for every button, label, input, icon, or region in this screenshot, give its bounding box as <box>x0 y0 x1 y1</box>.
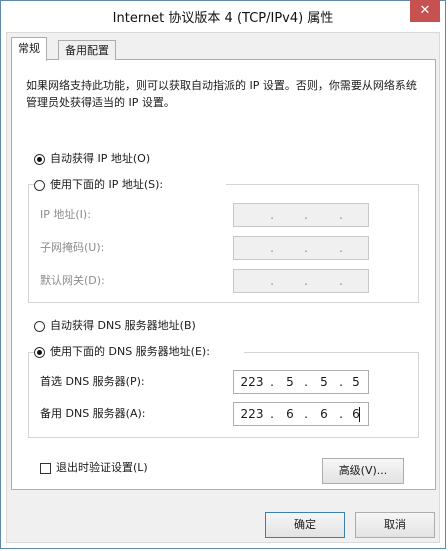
alternate-dns-input[interactable]: 223 . 6 . 6 . 6 <box>233 402 369 426</box>
alternate-dns-dot-2: . <box>304 407 308 421</box>
preferred-dns-octet-1: 223 <box>240 375 264 389</box>
default-gateway-input[interactable]: . . . <box>233 269 369 293</box>
preferred-dns-octet-4: 5 <box>352 375 360 389</box>
radio-auto-ip-indicator[interactable] <box>34 153 45 165</box>
preferred-dns-input[interactable]: 223 . 5 . 5 . 5 <box>233 370 369 394</box>
subnet-mask-dot-1: . <box>270 241 274 255</box>
tab-general[interactable]: 常规 <box>11 37 47 61</box>
alternate-dns-octet-2: 6 <box>286 407 294 421</box>
radio-manual-ip-label: 使用下面的 IP 地址(S): <box>50 178 164 191</box>
text-caret <box>359 407 360 422</box>
preferred-dns-label: 首选 DNS 服务器(P): <box>40 375 145 388</box>
close-icon: ✕ <box>419 3 431 18</box>
ip-address-dot-3: . <box>339 208 343 222</box>
preferred-dns-octet-2: 5 <box>286 375 294 389</box>
radio-auto-dns[interactable]: 自动获得 DNS 服务器地址(B) <box>34 318 196 334</box>
dns-group-border-top-right <box>244 352 418 353</box>
ip-address-input[interactable]: . . . <box>233 203 369 227</box>
description-text: 如果网络支持此功能，则可以获取自动指派的 IP 设置。否则，你需要从网络系统管理… <box>26 79 417 109</box>
ip-address-dot-2: . <box>304 208 308 222</box>
alternate-dns-octet-3: 6 <box>320 407 328 421</box>
title-bar[interactable]: Internet 协议版本 4 (TCP/IPv4) 属性 <box>0 0 446 32</box>
preferred-dns-dot-1: . <box>270 375 274 389</box>
ip-group-border-top-right <box>226 184 418 185</box>
radio-manual-dns[interactable]: 使用下面的 DNS 服务器地址(E): <box>34 344 213 360</box>
subnet-mask-label: 子网掩码(U): <box>40 241 105 254</box>
radio-manual-ip-indicator[interactable] <box>34 179 45 191</box>
dns-group-border-right <box>418 352 419 437</box>
alternate-dns-dot-1: . <box>270 407 274 421</box>
validate-settings-label: 退出时验证设置(L) <box>56 461 148 474</box>
ip-group-border-left <box>28 184 29 302</box>
radio-auto-dns-label: 自动获得 DNS 服务器地址(B) <box>50 319 196 332</box>
preferred-dns-dot-2: . <box>304 375 308 389</box>
default-gateway-dot-1: . <box>270 274 274 288</box>
ip-address-dot-1: . <box>270 208 274 222</box>
dns-group-border-left <box>28 352 29 437</box>
subnet-mask-input[interactable]: . . . <box>233 236 369 260</box>
window-title: Internet 协议版本 4 (TCP/IPv4) 属性 <box>112 11 334 26</box>
radio-manual-dns-label: 使用下面的 DNS 服务器地址(E): <box>50 345 210 358</box>
validate-settings-checkbox-box[interactable] <box>40 462 51 474</box>
ip-address-label: IP 地址(I): <box>40 208 91 221</box>
alternate-dns-octet-1: 223 <box>240 407 264 421</box>
subnet-mask-dot-3: . <box>339 241 343 255</box>
radio-manual-dns-indicator[interactable] <box>34 346 45 358</box>
default-gateway-dot-2: . <box>304 274 308 288</box>
radio-auto-dns-indicator[interactable] <box>34 320 45 332</box>
default-gateway-dot-3: . <box>339 274 343 288</box>
validate-settings-checkbox[interactable]: 退出时验证设置(L) <box>40 460 148 476</box>
tab-alternate-configuration[interactable]: 备用配置 <box>58 40 116 60</box>
ip-group-border-bottom <box>28 302 419 303</box>
alternate-dns-label: 备用 DNS 服务器(A): <box>40 407 146 420</box>
close-button[interactable]: ✕ <box>410 0 440 22</box>
default-gateway-label: 默认网关(D): <box>40 274 105 287</box>
ok-button[interactable]: 确定 <box>265 512 345 538</box>
radio-auto-ip-label: 自动获得 IP 地址(O) <box>50 152 151 165</box>
alternate-dns-octet-4: 6 <box>352 407 360 421</box>
preferred-dns-octet-3: 5 <box>320 375 328 389</box>
ip-group-border-right <box>418 184 419 302</box>
dns-group-border-bottom <box>28 437 419 438</box>
subnet-mask-dot-2: . <box>304 241 308 255</box>
advanced-button[interactable]: 高级(V)... <box>322 458 404 484</box>
radio-auto-ip[interactable]: 自动获得 IP 地址(O) <box>34 151 150 167</box>
cancel-button[interactable]: 取消 <box>355 512 435 538</box>
radio-manual-ip[interactable]: 使用下面的 IP 地址(S): <box>34 177 167 193</box>
